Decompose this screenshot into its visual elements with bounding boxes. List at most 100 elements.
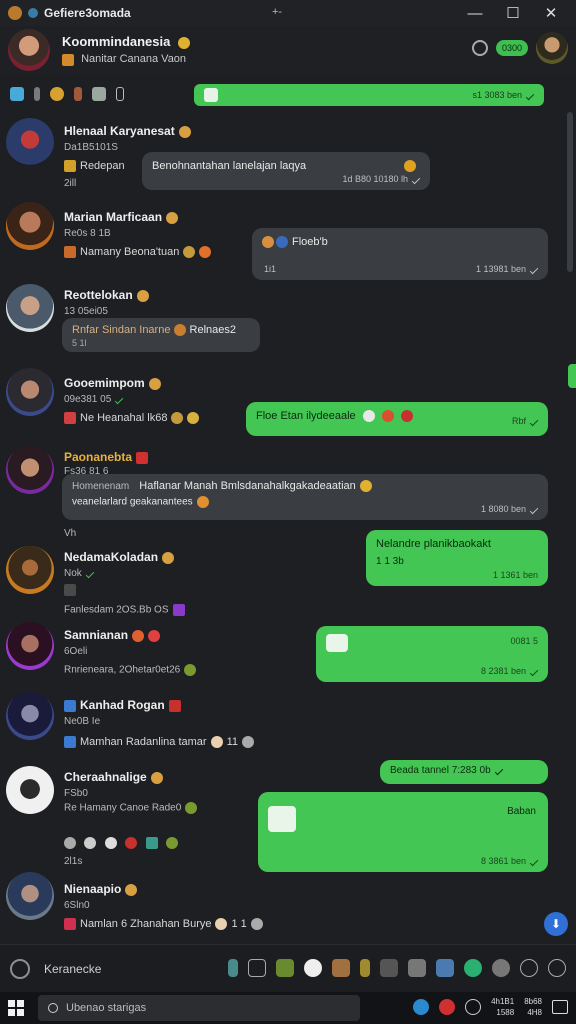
message-bubble[interactable]: Nelandre planikbaokakt 1 1 3b 1 1361 ben [366,530,548,586]
media-bubble[interactable]: 0081 5 8 2381 ben [316,626,548,682]
link-icon[interactable] [10,87,24,101]
message-input[interactable]: Keranecke [44,962,101,976]
cloud-icon[interactable] [92,87,106,101]
sender-name[interactable]: Hlenaal Karyanesat [64,124,191,138]
message-bubble[interactable]: Beada tannel 7:283 0b [380,760,548,784]
sender-avatar[interactable] [6,446,54,494]
message-text: Beada tannel 7:283 0b [390,765,491,776]
sender-name[interactable]: Paonanebta [64,450,149,464]
contact-avatar[interactable] [8,29,50,71]
badge-icon [64,412,76,425]
reaction-row[interactable] [64,834,179,852]
scroll-down-button[interactable]: ⬇ [544,912,568,936]
figure-icon[interactable] [332,959,350,977]
message-bubble[interactable]: Rnfar Sindan Inarne Relnaes2 5 1l [62,318,260,352]
sender-avatar[interactable] [6,202,54,250]
message-item: NedamaKoladan Nok Fanlesdam 2OS.Bb OS Ne… [0,530,576,622]
sender-avatar[interactable] [6,622,54,670]
attach-icon[interactable] [10,958,30,979]
message-item: Marian Marficaan Re0s 8 1B Namany Beona'… [0,198,576,282]
camera-icon[interactable] [492,959,510,977]
plant-emoji-icon [184,664,197,676]
sender-handle: 6Sln0 [64,900,90,911]
message-sender: Homenenam [72,481,130,492]
minimize-button[interactable]: — [456,0,494,26]
globe-icon[interactable] [548,959,566,977]
sender-handle: 09e381 05 [64,394,124,405]
move-handle[interactable]: +- [272,6,282,18]
sender-avatar[interactable] [6,546,54,594]
cookie-emoji-icon [183,246,196,259]
globe-emoji-icon [276,236,288,249]
clock[interactable]: 4h1B1 1588 [491,996,514,1018]
badge-icon [64,160,76,173]
pinned-banner[interactable]: s1 3083 ben [194,84,544,106]
sender-handle: Da1B5101S [64,142,118,153]
bottle2-icon[interactable] [360,959,370,977]
message-list[interactable]: Hlenaal Karyanesat Da1B5101S Redepan 2il… [0,112,576,942]
bookmark-icon[interactable] [74,87,82,101]
grid-icon[interactable] [380,959,398,977]
sender-name[interactable]: Kanhad Rogan [64,698,181,712]
message-bubble[interactable]: Benohnantahan lanelajan laqya 1d B80 101… [142,152,430,190]
red-app-icon[interactable] [439,999,456,1015]
cake-emoji-icon [210,736,223,749]
green-circle-icon[interactable] [464,959,482,977]
close-button[interactable]: ✕ [532,0,570,26]
sender-name[interactable]: Gooemimpom [64,376,161,390]
side-tab[interactable] [568,364,576,388]
status-pill[interactable]: 0300 [495,40,528,56]
start-icon[interactable] [8,1000,24,1016]
sender-name[interactable]: Nienaapio [64,882,138,896]
notification-icon[interactable] [552,1000,568,1014]
message-sub: 5 1l [72,338,87,349]
message-date: 2l1s [64,856,83,867]
badge-icon [64,246,76,259]
chat-header: Koommindanesia Nanitar Canana Vaon 0300 [0,26,576,74]
sender-avatar[interactable] [6,284,54,332]
emoji-icon[interactable] [520,959,538,977]
media-bubble[interactable]: Baban 8 3861 ben [258,792,548,872]
message-preview: Ne Heanahal lk68 [64,412,200,425]
contact-name-text: Koommindanesia [62,34,171,50]
taskbar-search[interactable]: Ubenao starigas [38,995,360,1021]
badge-icon [64,699,76,712]
message-bubble[interactable]: Floe Etan ilydeeaale Rbf [246,402,548,436]
smile-icon[interactable] [50,87,64,101]
sender-avatar[interactable] [6,368,54,416]
contact-name[interactable]: Koommindanesia [62,34,190,49]
bottle-icon[interactable] [228,959,238,977]
pin-icon[interactable] [34,87,40,101]
message-bubble[interactable]: Homenenam Haflanar Manah Bmlsdanahalkgaka… [62,474,548,520]
bell-icon[interactable] [465,999,482,1015]
sender-name[interactable]: Cheraahnalige [64,770,163,784]
profile-avatar[interactable] [536,32,568,64]
sender-name[interactable]: NedamaKoladan [64,550,175,564]
shield-icon[interactable] [408,959,426,977]
sender-avatar[interactable] [6,118,54,166]
sender-avatar[interactable] [6,872,54,920]
game-icon[interactable] [276,959,294,977]
message-date: Vh [64,528,77,539]
clock-icon [242,736,254,749]
photo-icon[interactable] [436,959,454,977]
scrollbar[interactable] [567,112,573,272]
ball-icon[interactable] [304,959,322,977]
message-item: Hlenaal Karyanesat Da1B5101S Redepan 2il… [0,112,576,196]
phone-icon[interactable] [116,87,124,101]
sender-name[interactable]: Samnianan [64,628,161,642]
star-emoji-icon [359,480,372,493]
sender-avatar[interactable] [6,766,54,814]
search-icon[interactable] [471,40,488,56]
mail-icon[interactable] [248,959,266,977]
sender-name[interactable]: Reottelokan [64,288,149,302]
message-bubble[interactable]: Floeb'b 1i1 1 13981 ben [252,228,548,280]
sender-name[interactable]: Marian Marficaan [64,210,179,224]
maximize-button[interactable]: ☐ [494,0,532,26]
heart-eyes-emoji-icon [148,629,161,642]
reaction-icon [125,836,138,849]
clock-secondary[interactable]: 8b68 4H8 [524,996,542,1018]
blue-app-icon[interactable] [413,999,430,1015]
party-emoji-icon [381,410,394,423]
sender-avatar[interactable] [6,692,54,740]
